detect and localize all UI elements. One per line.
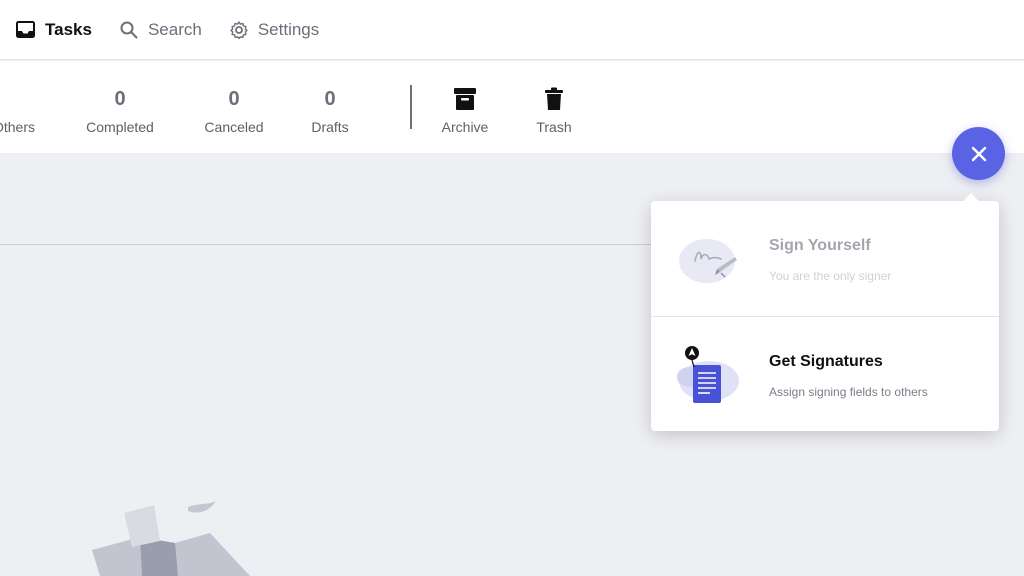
status-drafts[interactable]: 0 Drafts	[300, 85, 360, 135]
status-trash-label: Trash	[536, 119, 572, 135]
status-drafts-count: 0	[324, 88, 336, 110]
get-signatures-option[interactable]: Get Signatures Assign signing fields to …	[651, 316, 999, 431]
app-page: Tasks Search Settings Others 0 Completed	[0, 0, 1024, 576]
document-send-icon	[677, 346, 739, 403]
content-divider	[0, 244, 660, 245]
nav-tab-tasks[interactable]: Tasks	[16, 20, 92, 40]
status-drafts-label: Drafts	[311, 119, 349, 135]
status-others[interactable]: Others	[0, 85, 42, 135]
archive-icon	[454, 88, 476, 110]
status-completed-count: 0	[114, 88, 126, 110]
status-divider	[410, 85, 412, 129]
nav-tab-label: Tasks	[45, 19, 92, 39]
sign-yourself-desc: You are the only signer	[769, 269, 892, 283]
top-navigation: Tasks Search Settings	[0, 0, 1024, 60]
nav-tab-label: Search	[147, 19, 202, 39]
signature-icon	[679, 239, 737, 283]
sign-yourself-option[interactable]: Sign Yourself You are the only signer	[651, 201, 999, 316]
empty-box-illustration	[92, 501, 250, 576]
get-signatures-desc: Assign signing fields to others	[769, 385, 928, 399]
new-document-popover: Sign Yourself You are the only signer Ge…	[651, 193, 999, 431]
status-archive-label: Archive	[441, 119, 489, 135]
close-menu-button[interactable]	[952, 127, 1005, 180]
sign-yourself-title: Sign Yourself	[769, 237, 871, 254]
status-trash[interactable]: Trash	[528, 85, 580, 135]
status-bar: Others 0 Completed 0 Canceled 0 Drafts A…	[0, 61, 1024, 153]
nav-tab-label: Settings	[257, 19, 320, 39]
status-canceled[interactable]: 0 Canceled	[198, 85, 270, 135]
nav-tab-search[interactable]: Search	[120, 20, 202, 40]
status-archive[interactable]: Archive	[434, 85, 496, 135]
nav-tab-settings[interactable]: Settings	[230, 20, 319, 40]
get-signatures-title: Get Signatures	[769, 353, 883, 370]
inbox-icon	[16, 21, 35, 38]
status-canceled-count: 0	[228, 88, 240, 110]
gear-icon	[230, 20, 248, 39]
search-icon	[120, 21, 138, 38]
trash-icon	[545, 87, 563, 110]
status-others-label: Others	[0, 119, 35, 135]
status-completed-label: Completed	[86, 119, 154, 135]
close-icon	[971, 146, 986, 161]
status-completed[interactable]: 0 Completed	[80, 85, 160, 135]
status-canceled-label: Canceled	[204, 119, 264, 135]
